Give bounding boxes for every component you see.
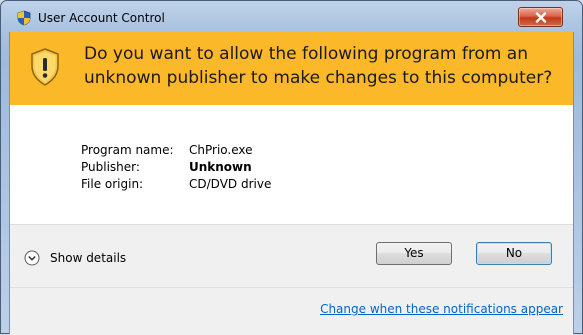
program-name-value: ChPrio.exe (189, 143, 253, 157)
warning-shield-icon (29, 47, 61, 87)
no-button[interactable]: No (476, 242, 552, 265)
detail-label: Publisher: (81, 160, 140, 174)
file-origin-value: CD/DVD drive (189, 177, 272, 191)
publisher-value: Unknown (189, 160, 252, 174)
uac-shield-icon (16, 10, 32, 26)
detail-label: Program name: (81, 143, 174, 157)
title-bar[interactable]: User Account Control (1, 1, 582, 33)
show-details-label: Show details (50, 251, 127, 265)
uac-dialog-window: User Account Control Do you want to allo… (0, 0, 583, 335)
dialog-footer: Show details Yes No Change when these no… (10, 224, 573, 335)
detail-label: File origin: (81, 177, 144, 191)
close-icon (535, 12, 547, 23)
chevron-down-circle-icon (24, 250, 40, 266)
change-notifications-link[interactable]: Change when these notifications appear (320, 302, 563, 316)
close-button[interactable] (518, 7, 563, 27)
warning-banner: Do you want to allow the following progr… (10, 32, 573, 105)
footer-divider (10, 287, 573, 288)
yes-button[interactable]: Yes (376, 242, 452, 265)
uac-prompt-headline: Do you want to allow the following progr… (84, 44, 553, 88)
window-title: User Account Control (38, 11, 165, 25)
dialog-body: Do you want to allow the following progr… (9, 32, 574, 335)
